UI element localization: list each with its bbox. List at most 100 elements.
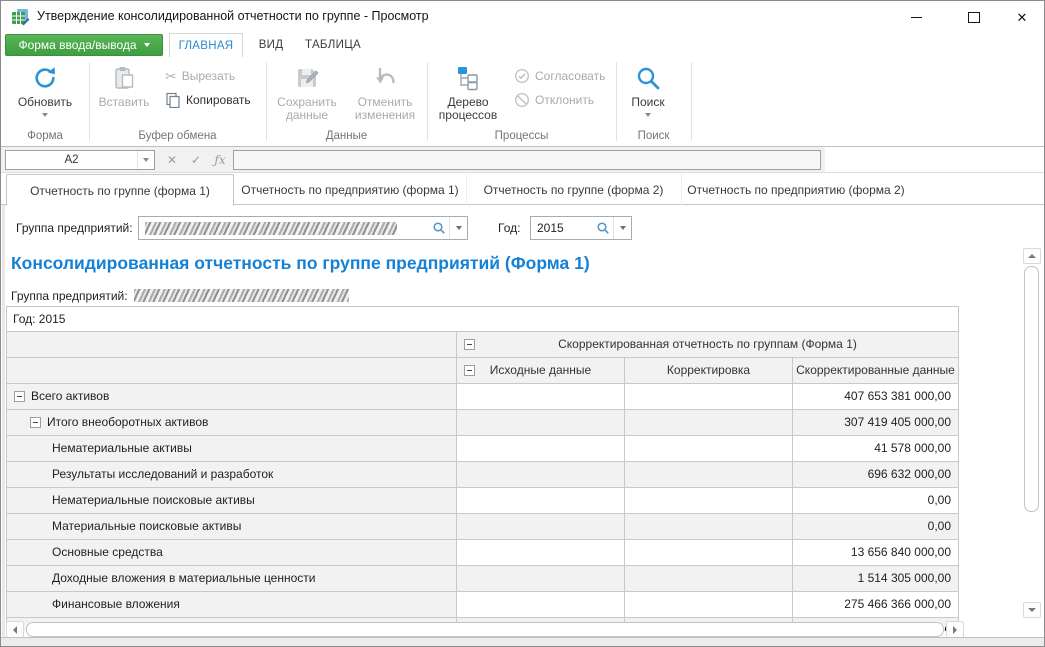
data-cell[interactable] <box>625 592 793 618</box>
data-cell[interactable] <box>457 436 625 462</box>
data-cell[interactable]: 307 419 405 000,00 <box>793 410 959 436</box>
report-group-line: Группа предприятий: <box>11 289 349 303</box>
report-year-cell[interactable]: Год: 2015 <box>6 306 959 332</box>
window-bottom-edge <box>1 637 1044 646</box>
cancel-entry-button[interactable]: ✕ <box>161 150 183 170</box>
chevron-down-icon[interactable] <box>137 151 154 169</box>
data-cell[interactable]: 696 632 000,00 <box>793 462 959 488</box>
save-icon <box>293 62 321 94</box>
horizontal-scroll-thumb[interactable] <box>26 622 944 637</box>
close-button[interactable]: ✕ <box>1005 3 1039 31</box>
row-header-cell[interactable]: Нематериальные поисковые активы <box>7 488 457 514</box>
magnifier-icon[interactable] <box>593 221 613 235</box>
row-header-cell[interactable]: Всего активов <box>7 384 457 410</box>
cut-label: Вырезать <box>182 69 235 83</box>
refresh-button[interactable]: Обновить <box>13 62 77 117</box>
scroll-up-button[interactable] <box>1023 248 1041 264</box>
row-header-cell[interactable]: Доходные вложения в материальные ценност… <box>7 566 457 592</box>
chevron-down-icon[interactable] <box>449 217 467 239</box>
data-cell[interactable] <box>457 462 625 488</box>
scroll-left-button[interactable] <box>6 621 24 638</box>
data-cell[interactable] <box>625 540 793 566</box>
confirm-entry-button[interactable]: ✓ <box>185 150 207 170</box>
header-span-cell[interactable]: Скорректированная отчетность по группам … <box>457 332 959 358</box>
sheet-tab-enterprise-form1[interactable]: Отчетность по предприятию (форма 1) <box>234 174 467 205</box>
collapse-toggle-icon[interactable] <box>14 391 25 402</box>
row-header-cell[interactable]: Нематериальные активы <box>7 436 457 462</box>
search-button[interactable]: Поиск <box>617 62 679 117</box>
data-cell[interactable] <box>625 384 793 410</box>
data-cell[interactable]: 1 514 305 000,00 <box>793 566 959 592</box>
horizontal-scrollbar[interactable] <box>6 621 964 638</box>
data-cell[interactable] <box>625 410 793 436</box>
data-cell[interactable] <box>625 436 793 462</box>
maximize-button[interactable] <box>957 3 991 31</box>
data-cell[interactable]: 0,00 <box>793 488 959 514</box>
row-header-cell[interactable]: Материальные поисковые активы <box>7 514 457 540</box>
row-header-cell[interactable]: Результаты исследований и разработок <box>7 462 457 488</box>
paste-button[interactable]: Вставить <box>92 62 156 109</box>
decline-button[interactable]: Отклонить <box>514 89 594 111</box>
data-cell[interactable] <box>457 514 625 540</box>
group-filter-combobox[interactable] <box>138 216 468 240</box>
ribbon-tab-view[interactable]: ВИД <box>247 33 295 57</box>
scroll-right-button[interactable] <box>946 621 964 638</box>
process-tree-button[interactable]: Дерево процессов <box>435 62 501 122</box>
collapse-toggle-icon[interactable] <box>30 417 41 428</box>
year-filter-combobox[interactable]: 2015 <box>530 216 632 240</box>
row-header-cell[interactable]: Финансовые вложения <box>7 592 457 618</box>
row-label: Основные средства <box>52 540 163 565</box>
panel-left-edge <box>2 205 5 637</box>
undo-changes-label: Отменить изменения <box>350 96 420 122</box>
sheet-tab-strip: Отчетность по группе (форма 1) Отчетност… <box>1 174 1044 205</box>
data-cell[interactable] <box>457 592 625 618</box>
data-cell[interactable] <box>625 566 793 592</box>
decline-label: Отклонить <box>535 93 594 107</box>
formula-input[interactable] <box>233 150 821 170</box>
sheet-tab-enterprise-form2[interactable]: Отчетность по предприятию (форма 2) <box>681 174 911 205</box>
collapse-toggle-icon[interactable] <box>464 339 475 350</box>
function-button[interactable]: ƒx <box>209 150 231 170</box>
vertical-scrollbar[interactable] <box>1023 248 1041 618</box>
data-cell[interactable]: 407 653 381 000,00 <box>793 384 959 410</box>
vertical-scroll-thumb[interactable] <box>1024 266 1039 512</box>
copy-button[interactable]: Копировать <box>165 89 251 111</box>
cell-reference-box[interactable]: A2 <box>5 150 155 170</box>
data-cell[interactable] <box>457 540 625 566</box>
undo-changes-button[interactable]: Отменить изменения <box>350 62 420 122</box>
data-cell[interactable] <box>457 384 625 410</box>
data-cell[interactable]: 41 578 000,00 <box>793 436 959 462</box>
year-filter-value: 2015 <box>531 221 593 235</box>
column-header-adjusted[interactable]: Скорректированные данные <box>793 358 959 384</box>
sheet-tab-group-form2[interactable]: Отчетность по группе (форма 2) <box>466 174 682 205</box>
magnifier-icon[interactable] <box>429 221 449 235</box>
row-header-cell[interactable]: Итого внеоборотных активов <box>7 410 457 436</box>
row-header-cell[interactable]: Основные средства <box>7 540 457 566</box>
data-cell[interactable]: 0,00 <box>793 514 959 540</box>
data-cell[interactable] <box>625 514 793 540</box>
copy-label: Копировать <box>186 93 251 107</box>
chevron-down-icon[interactable] <box>613 217 631 239</box>
report-title: Консолидированная отчетность по группе п… <box>11 253 590 274</box>
column-header-source[interactable]: Исходные данные <box>457 358 625 384</box>
paste-icon <box>110 62 138 94</box>
ribbon-tab-table[interactable]: ТАБЛИЦА <box>295 33 371 57</box>
approve-button[interactable]: Согласовать <box>514 65 605 87</box>
data-cell[interactable] <box>457 566 625 592</box>
data-cell[interactable] <box>625 488 793 514</box>
data-cell[interactable] <box>457 488 625 514</box>
data-cell[interactable] <box>457 410 625 436</box>
data-cell[interactable] <box>625 462 793 488</box>
data-cell[interactable]: 275 466 366 000,00 <box>793 592 959 618</box>
scroll-down-button[interactable] <box>1023 602 1041 618</box>
column-header-adjustment[interactable]: Корректировка <box>625 358 793 384</box>
ribbon-tab-main[interactable]: ГЛАВНАЯ <box>169 33 243 57</box>
data-cell[interactable]: 13 656 840 000,00 <box>793 540 959 566</box>
form-io-menu-button[interactable]: Форма ввода/вывода <box>5 34 163 56</box>
cut-button[interactable]: ✂ Вырезать <box>165 65 235 87</box>
save-data-button[interactable]: Сохранить данные <box>274 62 340 122</box>
decline-icon <box>514 92 530 108</box>
sheet-tab-group-form1[interactable]: Отчетность по группе (форма 1) <box>6 174 234 206</box>
minimize-button[interactable] <box>899 3 933 31</box>
collapse-toggle-icon[interactable] <box>464 365 475 376</box>
